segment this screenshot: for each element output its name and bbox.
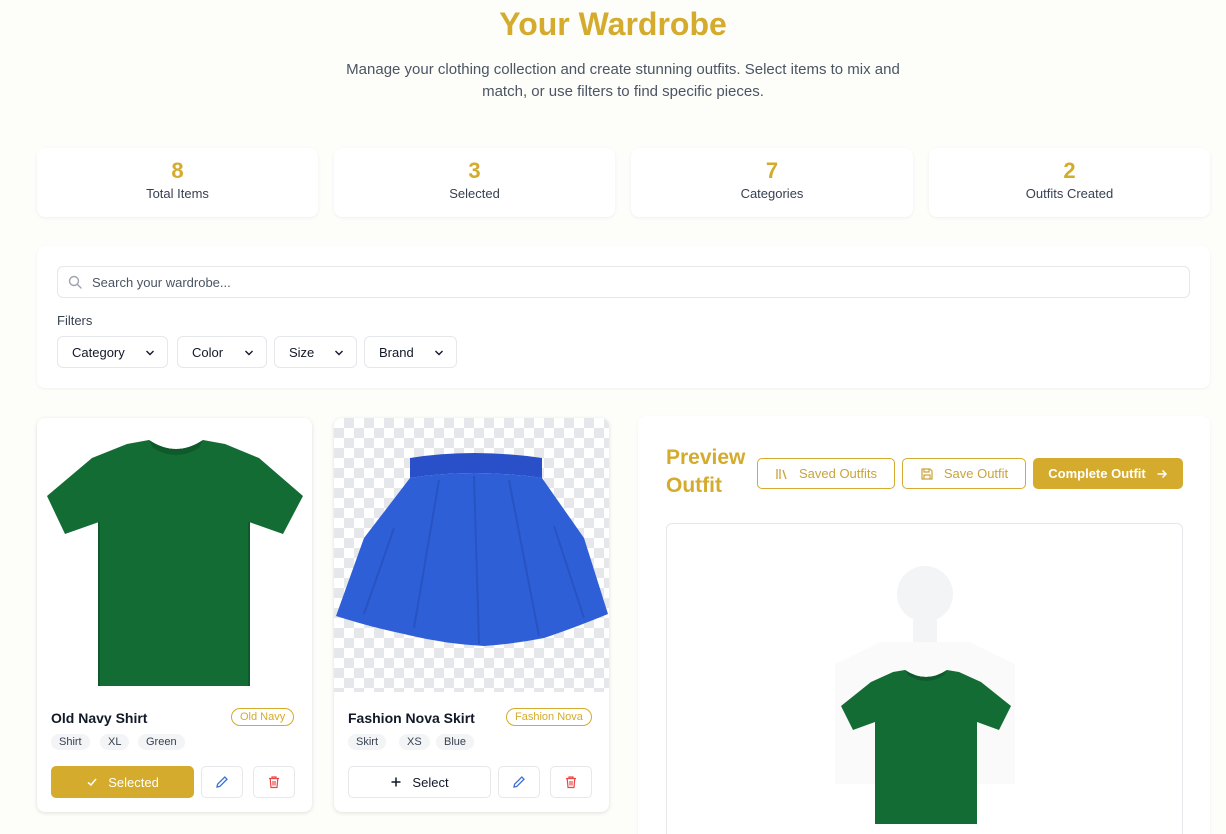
item-tag-size: XL xyxy=(100,734,130,750)
check-icon xyxy=(87,778,97,787)
complete-outfit-button[interactable]: Complete Outfit xyxy=(1033,458,1183,489)
search-box[interactable] xyxy=(57,266,1190,298)
trash-icon xyxy=(269,776,279,789)
item-tag-color: Green xyxy=(138,734,185,750)
saved-outfits-label: Saved Outfits xyxy=(798,466,878,481)
wardrobe-item-card[interactable]: Fashion Nova Skirt Fashion Nova Skirt XS… xyxy=(334,418,609,812)
chevron-down-icon xyxy=(245,350,253,356)
chevron-down-icon xyxy=(146,350,154,356)
mannequin-head xyxy=(897,566,953,622)
filter-button-label: Category xyxy=(72,344,125,360)
filter-button-label: Brand xyxy=(379,344,414,360)
save-outfit-button[interactable]: Save Outfit xyxy=(902,458,1026,489)
page-subtitle: Manage your clothing collection and crea… xyxy=(346,61,900,100)
chevron-down-icon xyxy=(335,350,343,356)
stat-value: 8 xyxy=(171,158,184,183)
filter-panel: Filters Category Color Size Brand xyxy=(37,246,1210,388)
item-name: Old Navy Shirt xyxy=(51,710,148,726)
search-input[interactable] xyxy=(92,267,1182,297)
stat-card-categories: 7 Categories xyxy=(631,148,913,217)
trash-icon xyxy=(566,776,576,789)
select-button[interactable]: Select xyxy=(348,766,491,798)
select-button-label: Selected xyxy=(108,774,159,790)
page-title: Your Wardrobe xyxy=(499,6,727,42)
delete-button[interactable] xyxy=(550,766,592,798)
stat-label: Outfits Created xyxy=(1025,186,1114,201)
stat-value: 7 xyxy=(765,158,779,183)
library-icon xyxy=(776,468,787,479)
delete-button[interactable] xyxy=(253,766,295,798)
complete-outfit-label: Complete Outfit xyxy=(1048,466,1146,481)
stat-value: 2 xyxy=(1063,158,1076,183)
mannequin-preview xyxy=(835,566,1015,824)
filter-button-label: Size xyxy=(289,344,315,360)
filters-label: Filters xyxy=(57,313,93,328)
stat-label: Categories xyxy=(740,186,804,201)
skirt-image xyxy=(336,453,608,646)
pencil-icon xyxy=(216,776,228,788)
arrow-right-icon xyxy=(1157,469,1167,478)
selected-button[interactable]: Selected xyxy=(51,766,194,798)
chevron-down-icon xyxy=(435,350,443,356)
stat-label: Selected xyxy=(449,186,500,201)
brand-badge: Old Navy xyxy=(231,708,295,726)
mannequin-neck xyxy=(913,620,937,642)
filter-color-button[interactable]: Color xyxy=(177,336,267,368)
filter-button-label: Color xyxy=(192,344,224,360)
save-outfit-label: Save Outfit xyxy=(943,466,1009,481)
filter-brand-button[interactable]: Brand xyxy=(364,336,457,368)
wardrobe-item-card[interactable]: Old Navy Shirt Old Navy Shirt XL Green S… xyxy=(37,418,312,812)
pencil-icon xyxy=(513,776,525,788)
saved-outfits-button[interactable]: Saved Outfits xyxy=(757,458,895,489)
stat-value: 3 xyxy=(468,158,481,183)
plus-icon xyxy=(391,777,401,787)
filter-size-button[interactable]: Size xyxy=(274,336,357,368)
item-tag-size: XS xyxy=(399,734,430,750)
search-icon xyxy=(68,275,82,289)
save-icon xyxy=(921,467,933,480)
shirt-image xyxy=(37,418,312,692)
stat-card-outfits-created: 2 Outfits Created xyxy=(929,148,1210,217)
filter-category-button[interactable]: Category xyxy=(57,336,168,368)
brand-badge: Fashion Nova xyxy=(506,708,592,726)
edit-button[interactable] xyxy=(498,766,540,798)
stat-card-selected: 3 Selected xyxy=(334,148,615,217)
stat-label: Total Items xyxy=(146,186,209,201)
preview-title: Preview Outfit xyxy=(666,446,746,497)
edit-button[interactable] xyxy=(201,766,243,798)
stat-card-total-items: 8 Total Items xyxy=(37,148,318,217)
item-tag-category: Skirt xyxy=(348,734,386,750)
outfit-preview-canvas xyxy=(666,523,1183,834)
preview-outfit-panel: Preview Outfit Saved Outfits Save Outfit… xyxy=(638,416,1210,834)
item-tag-color: Blue xyxy=(436,734,475,750)
item-tag-category: Shirt xyxy=(51,734,90,750)
select-button-label: Select xyxy=(412,774,449,790)
item-name: Fashion Nova Skirt xyxy=(348,710,475,726)
